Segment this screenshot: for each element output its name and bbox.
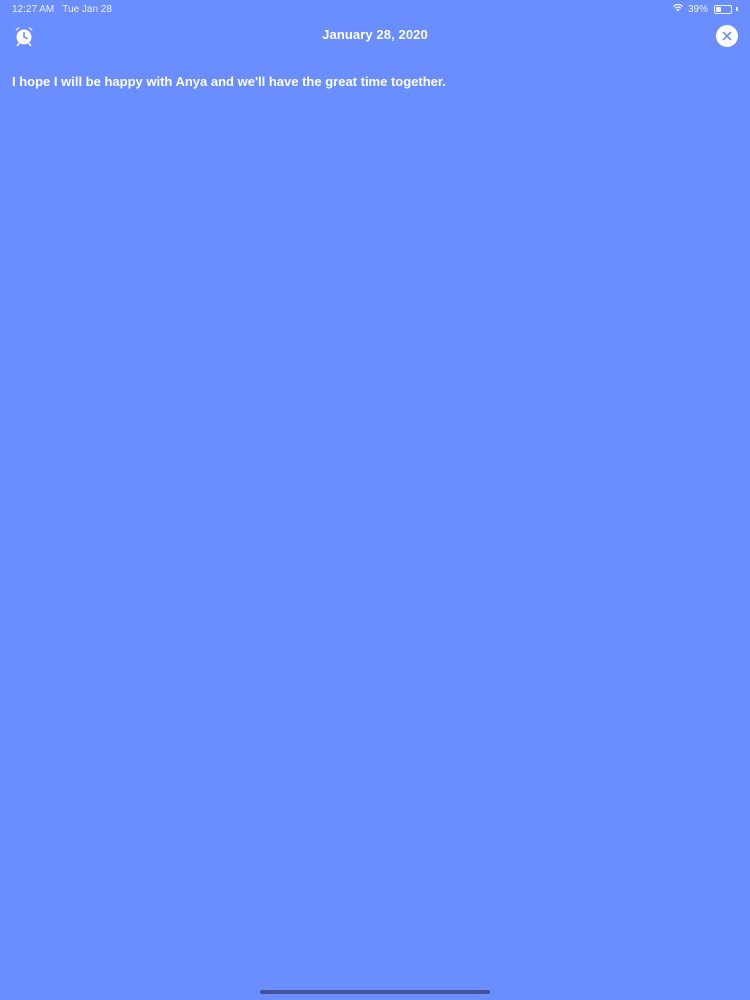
status-right: 39% <box>672 3 738 15</box>
battery-percent: 39% <box>687 3 708 15</box>
close-icon[interactable] <box>716 25 738 47</box>
status-bar: 12:27 AM Tue Jan 28 39% <box>0 0 750 18</box>
status-left: 12:27 AM Tue Jan 28 <box>12 4 112 15</box>
top-bar: January 28, 2020 <box>0 20 750 52</box>
wifi-icon <box>672 3 684 15</box>
battery-tip <box>736 7 738 11</box>
battery-icon <box>714 4 732 14</box>
status-date: Tue Jan 28 <box>62 3 112 15</box>
home-indicator[interactable] <box>260 990 490 994</box>
status-time: 12:27 AM <box>12 3 55 15</box>
journal-entry-text[interactable]: I hope I will be happy with Anya and we'… <box>12 73 730 90</box>
page-title: January 28, 2020 <box>322 27 428 42</box>
battery-fill <box>716 6 721 12</box>
